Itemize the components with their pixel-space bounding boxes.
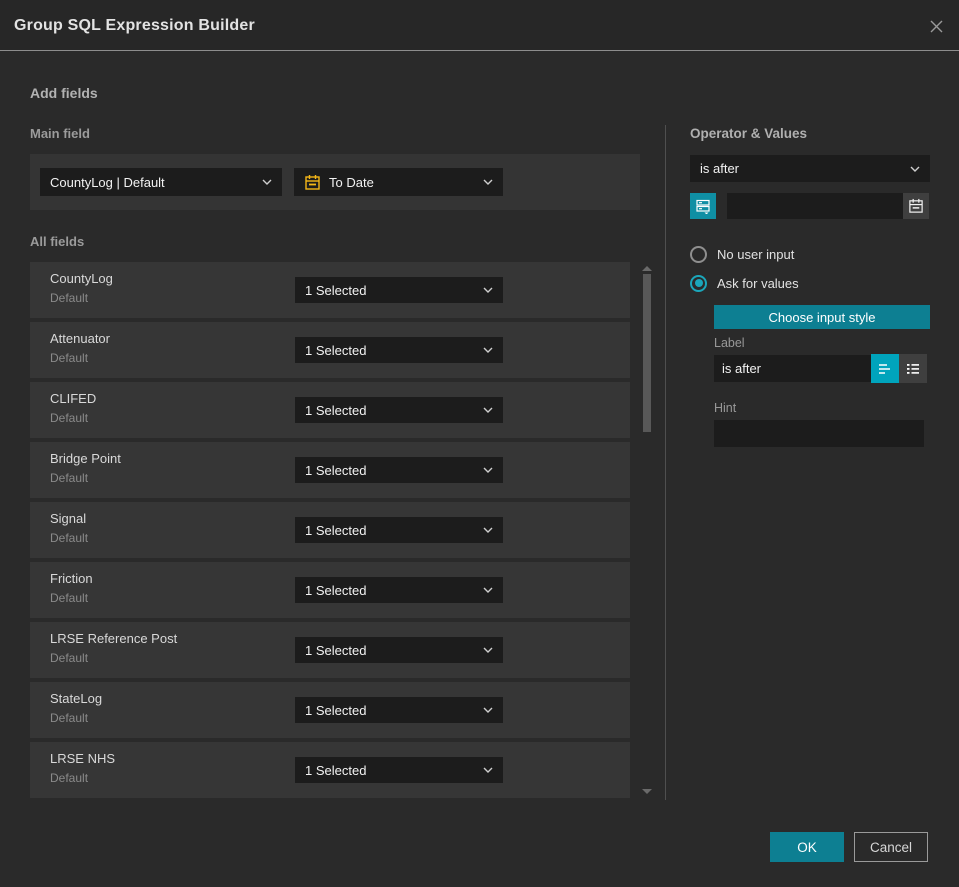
main-field-label: Main field bbox=[30, 126, 90, 141]
value-input[interactable] bbox=[727, 193, 903, 219]
all-fields-label: All fields bbox=[30, 234, 85, 249]
field-name: CLIFED bbox=[50, 391, 97, 406]
group-sql-expression-builder-dialog: Group SQL Expression Builder Add fields … bbox=[0, 0, 959, 887]
field-values-select[interactable]: 1 Selected bbox=[295, 517, 503, 543]
field-row: CountyLog Default 1 Selected bbox=[30, 262, 630, 318]
field-name: Attenuator bbox=[50, 331, 110, 346]
add-fields-heading: Add fields bbox=[30, 85, 98, 101]
chevron-down-icon bbox=[483, 767, 493, 773]
label-field-label: Label bbox=[714, 336, 745, 350]
dialog-header: Group SQL Expression Builder bbox=[0, 0, 959, 51]
field-row: CLIFED Default 1 Selected bbox=[30, 382, 630, 438]
field-name: CountyLog bbox=[50, 271, 113, 286]
field-name: LRSE Reference Post bbox=[50, 631, 178, 646]
field-row: Signal Default 1 Selected bbox=[30, 502, 630, 558]
field-subtype: Default bbox=[50, 591, 89, 605]
field-values-select[interactable]: 1 Selected bbox=[295, 277, 503, 303]
scrollbar-thumb[interactable] bbox=[643, 274, 651, 432]
field-name: Friction bbox=[50, 571, 93, 586]
hint-input[interactable] bbox=[714, 420, 924, 447]
field-name: Bridge Point bbox=[50, 451, 121, 466]
list-input-style-icon[interactable] bbox=[899, 354, 927, 383]
calendar-icon bbox=[304, 174, 321, 191]
field-values-select[interactable]: 1 Selected bbox=[295, 697, 503, 723]
label-input[interactable] bbox=[714, 355, 871, 382]
choose-input-style-button[interactable]: Choose input style bbox=[714, 305, 930, 329]
field-row: LRSE Reference Post Default 1 Selected bbox=[30, 622, 630, 678]
chevron-down-icon bbox=[910, 166, 920, 172]
hint-field-label: Hint bbox=[714, 401, 737, 415]
radio-ask-for-values[interactable]: Ask for values bbox=[690, 274, 799, 292]
field-row: Attenuator Default 1 Selected bbox=[30, 322, 630, 378]
panel-divider bbox=[665, 125, 666, 800]
ok-button[interactable]: OK bbox=[770, 832, 844, 862]
main-field-select[interactable]: CountyLog | Default bbox=[40, 168, 282, 196]
radio-circle-icon bbox=[690, 274, 707, 292]
field-subtype: Default bbox=[50, 471, 89, 485]
chevron-down-icon bbox=[483, 347, 493, 353]
field-values-select[interactable]: 1 Selected bbox=[295, 577, 503, 603]
scroll-down-arrow-icon[interactable] bbox=[642, 789, 652, 794]
radio-circle-icon bbox=[690, 245, 707, 263]
field-row: LRSE NHS Default 1 Selected bbox=[30, 742, 630, 798]
chevron-down-icon bbox=[483, 527, 493, 533]
field-name: StateLog bbox=[50, 691, 103, 706]
value-type-icon[interactable] bbox=[690, 193, 716, 219]
chevron-down-icon bbox=[483, 467, 493, 473]
field-name: LRSE NHS bbox=[50, 751, 116, 766]
scroll-up-arrow-icon[interactable] bbox=[642, 266, 652, 271]
field-subtype: Default bbox=[50, 291, 89, 305]
text-input-style-icon[interactable] bbox=[871, 354, 899, 383]
field-values-select[interactable]: 1 Selected bbox=[295, 397, 503, 423]
dialog-title: Group SQL Expression Builder bbox=[14, 17, 255, 34]
all-fields-list: CountyLog Default 1 Selected Attenuator … bbox=[30, 262, 630, 802]
date-picker-icon[interactable] bbox=[903, 193, 929, 219]
chevron-down-icon bbox=[483, 707, 493, 713]
radio-no-user-input[interactable]: No user input bbox=[690, 245, 794, 263]
chevron-down-icon bbox=[483, 287, 493, 293]
field-subtype: Default bbox=[50, 531, 89, 545]
list-scrollbar bbox=[639, 262, 655, 796]
main-field-date-select[interactable]: To Date bbox=[294, 168, 503, 196]
close-icon[interactable] bbox=[927, 17, 945, 35]
operator-values-heading: Operator & Values bbox=[690, 126, 808, 141]
chevron-down-icon bbox=[483, 179, 493, 185]
field-values-select[interactable]: 1 Selected bbox=[295, 457, 503, 483]
field-row: Friction Default 1 Selected bbox=[30, 562, 630, 618]
field-subtype: Default bbox=[50, 351, 89, 365]
field-subtype: Default bbox=[50, 711, 89, 725]
field-subtype: Default bbox=[50, 411, 89, 425]
chevron-down-icon bbox=[262, 179, 272, 185]
operator-select[interactable]: is after bbox=[690, 155, 930, 182]
field-values-select[interactable]: 1 Selected bbox=[295, 757, 503, 783]
field-subtype: Default bbox=[50, 651, 89, 665]
field-subtype: Default bbox=[50, 771, 89, 785]
field-values-select[interactable]: 1 Selected bbox=[295, 637, 503, 663]
chevron-down-icon bbox=[483, 407, 493, 413]
chevron-down-icon bbox=[483, 587, 493, 593]
field-name: Signal bbox=[50, 511, 87, 526]
field-row: Bridge Point Default 1 Selected bbox=[30, 442, 630, 498]
field-row: StateLog Default 1 Selected bbox=[30, 682, 630, 738]
field-values-select[interactable]: 1 Selected bbox=[295, 337, 503, 363]
cancel-button[interactable]: Cancel bbox=[854, 832, 928, 862]
chevron-down-icon bbox=[483, 647, 493, 653]
